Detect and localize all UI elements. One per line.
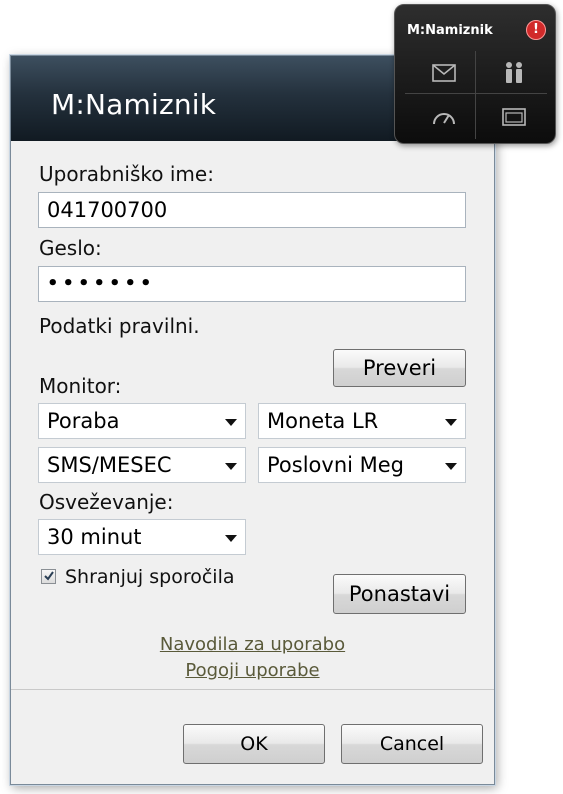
- instructions-link[interactable]: Navodila za uporabo: [21, 634, 484, 655]
- gadget-mail-button[interactable]: [409, 53, 479, 93]
- monitor-label: Monitor:: [39, 374, 122, 398]
- monitor-select-3-value: SMS/MESEC: [47, 453, 172, 477]
- gadget-usage-button[interactable]: [409, 97, 479, 137]
- monitor-select-1-value: Poraba: [47, 409, 120, 433]
- gadget-window-button[interactable]: [479, 97, 549, 137]
- window-icon: [502, 108, 526, 126]
- chevron-down-icon: [445, 419, 457, 426]
- monitor-select-2-value: Moneta LR: [267, 409, 379, 433]
- checkmark-icon: [44, 571, 54, 581]
- terms-link[interactable]: Pogoji uporabe: [21, 660, 484, 681]
- people-icon: [506, 62, 522, 83]
- refresh-select[interactable]: 30 minut: [38, 519, 246, 555]
- chevron-down-icon: [225, 463, 237, 470]
- ok-button[interactable]: OK: [183, 724, 325, 764]
- monitor-select-1[interactable]: Poraba: [38, 403, 246, 439]
- gadget-title: M:Namiznik: [407, 23, 493, 38]
- chevron-down-icon: [225, 535, 237, 542]
- save-messages-label: Shranjuj sporočila: [65, 566, 235, 588]
- save-messages-checkbox[interactable]: [41, 569, 56, 584]
- mail-icon: [432, 64, 456, 82]
- refresh-select-value: 30 minut: [47, 525, 142, 549]
- monitor-select-4-value: Poslovni Meg: [267, 453, 405, 477]
- monitor-select-4[interactable]: Poslovni Meg: [258, 447, 466, 483]
- monitor-select-2[interactable]: Moneta LR: [258, 403, 466, 439]
- dialog-title: M:Namiznik: [51, 88, 217, 121]
- gadget-divider-horizontal: [405, 93, 547, 94]
- gadget-panel[interactable]: M:Namiznik !: [394, 4, 556, 144]
- chevron-down-icon: [445, 463, 457, 470]
- chevron-down-icon: [225, 419, 237, 426]
- check-button[interactable]: Preveri: [333, 349, 466, 387]
- status-text: Podatki pravilni.: [39, 314, 200, 338]
- username-input[interactable]: 041700700: [38, 192, 466, 228]
- dialog-divider: [11, 689, 494, 690]
- reset-button[interactable]: Ponastavi: [333, 574, 466, 614]
- refresh-label: Osveževanje:: [39, 490, 174, 514]
- speedometer-icon: [433, 113, 455, 125]
- monitor-select-3[interactable]: SMS/MESEC: [38, 447, 246, 483]
- password-input[interactable]: •••••••: [38, 266, 466, 302]
- alert-icon[interactable]: !: [526, 20, 546, 40]
- gadget-people-button[interactable]: [479, 53, 549, 93]
- settings-dialog: M:Namiznik Uporabniško ime: 041700700 Ge…: [10, 55, 495, 785]
- password-label: Geslo:: [39, 236, 102, 260]
- cancel-button[interactable]: Cancel: [341, 724, 483, 764]
- username-label: Uporabniško ime:: [39, 162, 214, 186]
